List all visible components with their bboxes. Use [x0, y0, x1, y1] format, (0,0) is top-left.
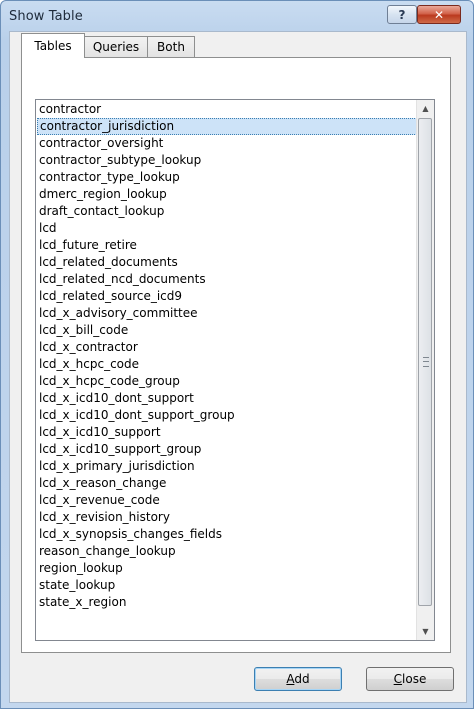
list-item[interactable]: lcd_future_retire [37, 237, 417, 254]
list-item[interactable]: contractor [37, 101, 417, 118]
tab-queries-label: Queries [92, 40, 140, 54]
list-item[interactable]: lcd_related_ncd_documents [37, 271, 417, 288]
chevron-up-icon[interactable]: ▲ [417, 100, 434, 117]
list-item[interactable]: lcd_x_icd10_support [37, 424, 417, 441]
table-list[interactable]: contractor contractor_jurisdiction contrac… [35, 99, 435, 641]
list-item[interactable]: lcd_related_documents [37, 254, 417, 271]
list-item[interactable]: contractor_subtype_lookup [37, 152, 417, 169]
list-item[interactable]: lcd_x_synopsis_changes_fields [37, 526, 417, 543]
list-item[interactable]: lcd_x_contractor [37, 339, 417, 356]
close-button[interactable]: Close [366, 667, 454, 691]
list-item[interactable]: region_lookup [37, 560, 417, 577]
tab-tables-label: Tables [34, 39, 72, 53]
tab-both-label: Both [157, 40, 185, 54]
close-icon: ✕ [433, 7, 445, 22]
add-button-label: Add [286, 672, 310, 686]
title-bar[interactable]: Show Table ? ✕ [1, 1, 473, 31]
list-item[interactable]: lcd [37, 220, 417, 237]
close-window-button[interactable]: ✕ [417, 5, 461, 24]
list-item[interactable]: lcd_related_source_icd9 [37, 288, 417, 305]
tab-both[interactable]: Both [147, 36, 195, 57]
list-item[interactable]: dmerc_region_lookup [37, 186, 417, 203]
list-item[interactable]: reason_change_lookup [37, 543, 417, 560]
list-item[interactable]: draft_contact_lookup [37, 203, 417, 220]
table-list-items: contractor contractor_jurisdiction contrac… [37, 101, 417, 611]
list-item[interactable]: lcd_x_bill_code [37, 322, 417, 339]
show-table-dialog: Show Table ? ✕ Tables Queries Both contr… [0, 0, 474, 709]
scrollbar-thumb[interactable] [418, 118, 432, 606]
list-item[interactable]: contractor_type_lookup [37, 169, 417, 186]
close-button-label: Close [393, 672, 427, 686]
list-item[interactable]: lcd_x_revision_history [37, 509, 417, 526]
list-item[interactable]: contractor_oversight [37, 135, 417, 152]
list-item[interactable]: lcd_x_icd10_dont_support [37, 390, 417, 407]
list-item[interactable]: lcd_x_reason_change [37, 475, 417, 492]
tab-queries[interactable]: Queries [84, 36, 148, 57]
list-item[interactable]: lcd_x_icd10_dont_support_group [37, 407, 417, 424]
list-item[interactable]: state_x_region [37, 594, 417, 611]
list-item[interactable]: lcd_x_advisory_committee [37, 305, 417, 322]
dialog-title: Show Table [9, 9, 83, 24]
chevron-down-icon[interactable]: ▼ [417, 623, 434, 640]
list-item[interactable]: contractor_jurisdiction [37, 118, 417, 135]
help-icon: ? [398, 7, 406, 22]
list-item[interactable]: lcd_x_primary_jurisdiction [37, 458, 417, 475]
vertical-scrollbar[interactable]: ▲ ▼ [416, 100, 434, 640]
list-item[interactable]: state_lookup [37, 577, 417, 594]
list-item[interactable]: lcd_x_icd10_support_group [37, 441, 417, 458]
add-button[interactable]: Add [254, 667, 342, 691]
help-button[interactable]: ? [387, 5, 417, 24]
tab-tables[interactable]: Tables [21, 33, 85, 58]
list-item[interactable]: lcd_x_hcpc_code [37, 356, 417, 373]
list-item[interactable]: lcd_x_revenue_code [37, 492, 417, 509]
list-item[interactable]: lcd_x_hcpc_code_group [37, 373, 417, 390]
grip-icon [423, 357, 429, 367]
